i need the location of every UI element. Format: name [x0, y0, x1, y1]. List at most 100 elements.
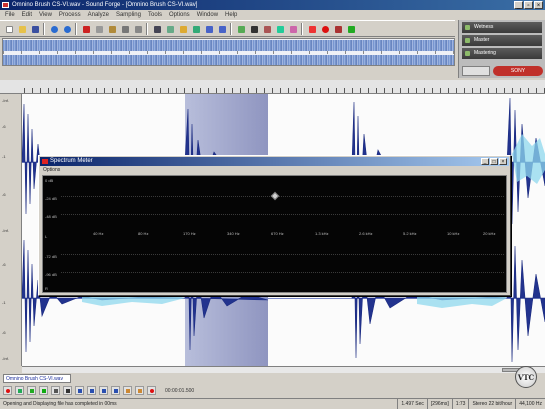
fade-in-icon[interactable] [203, 23, 214, 34]
vtc-logo: VTC [515, 366, 537, 388]
cut-icon[interactable] [80, 23, 91, 34]
menu-window[interactable]: Window [197, 10, 218, 20]
magnify-tool-icon[interactable] [164, 23, 175, 34]
db-label: -24 dB [45, 196, 57, 201]
menu-sampling[interactable]: Sampling [116, 10, 141, 20]
freq-label: 40 Hz [93, 231, 104, 236]
menu-process[interactable]: Process [59, 10, 81, 20]
spectrum-minimize-button[interactable]: _ [481, 158, 489, 165]
play-all-button[interactable] [27, 386, 36, 395]
play-all-icon[interactable] [345, 23, 356, 34]
db-label: -96 dB [45, 272, 57, 277]
copy-icon[interactable] [93, 23, 104, 34]
window-title: Omnino Brush CS-VI.wav - Sound Forge - [… [12, 2, 198, 8]
marker-icon[interactable] [123, 386, 132, 395]
spectrum-options-menu[interactable]: Options [43, 167, 60, 174]
crop-icon[interactable] [132, 23, 143, 34]
menu-edit[interactable]: Edit [22, 10, 32, 20]
overview-bar[interactable] [2, 38, 455, 66]
horizontal-scrollbar[interactable] [22, 366, 545, 373]
loop-icon[interactable] [15, 386, 24, 395]
grid-line [61, 214, 504, 215]
envelope-tool-icon[interactable] [190, 23, 201, 34]
level-scale: -Inf. -6 -1 -6 -Inf. -6 -1 -6 -Inf. [0, 94, 22, 366]
volume-icon[interactable] [274, 23, 285, 34]
spectrum-maximize-button[interactable]: □ [490, 158, 498, 165]
panel-item-label: Wetness [474, 24, 494, 30]
grid-line [61, 254, 504, 255]
pencil-tool-icon[interactable] [177, 23, 188, 34]
play-button[interactable] [39, 386, 48, 395]
freq-label: 1.3 kHz [315, 231, 329, 236]
status-length: 1.497 Sec [397, 399, 427, 409]
led-icon [465, 38, 470, 43]
edit-tool-icon[interactable] [151, 23, 162, 34]
reverse-icon[interactable] [261, 23, 272, 34]
undo-icon[interactable] [48, 23, 59, 34]
stop-button[interactable] [63, 386, 72, 395]
open-folder-icon[interactable] [16, 23, 27, 34]
pause-button[interactable] [51, 386, 60, 395]
overview-track-right [3, 55, 454, 65]
go-to-start-button[interactable] [75, 386, 84, 395]
normalize-icon[interactable] [235, 23, 246, 34]
freq-label: 20 kHz [483, 231, 496, 236]
record-button[interactable] [3, 386, 12, 395]
time-ruler[interactable] [0, 80, 545, 94]
insert-silence-icon[interactable] [248, 23, 259, 34]
toolbar-separator [75, 23, 77, 35]
menu-bar: File Edit View Process Analyze Sampling … [0, 10, 455, 20]
menu-file[interactable]: File [5, 10, 15, 20]
menu-view[interactable]: View [39, 10, 52, 20]
fade-out-icon[interactable] [216, 23, 227, 34]
menu-help[interactable]: Help [225, 10, 237, 20]
maximize-button[interactable]: ▫ [524, 1, 533, 9]
status-zoom: 1:73 [451, 399, 469, 409]
panel-item-wetness[interactable]: Wetness [462, 22, 542, 33]
status-message: Opening and Displaying file has complete… [3, 401, 117, 407]
status-bar: Opening and Displaying file has complete… [0, 398, 545, 409]
toolbar-separator [43, 23, 45, 35]
spectrum-window-icon [42, 159, 48, 164]
channel-label-r: R [45, 286, 48, 291]
cursor-marker-icon[interactable] [270, 191, 280, 201]
db-label: -48 dB [45, 214, 57, 219]
document-tab[interactable]: Omnino Brush CS-VI.wav [3, 374, 71, 383]
panel-item-mastering[interactable]: Mastering [462, 48, 542, 59]
go-to-end-button[interactable] [111, 386, 120, 395]
status-sample-rate: 44,100 Hz [515, 399, 545, 409]
spectrum-plot[interactable]: 0 dB -24 dB -48 dB L -72 dB -96 dB R 40 … [42, 175, 507, 293]
plug-in-chainer-icon[interactable] [306, 23, 317, 34]
close-button[interactable]: × [534, 1, 543, 9]
led-icon [465, 25, 470, 30]
spectrum-title-bar[interactable]: Spectrum Meter _ □ × [40, 157, 509, 166]
product-logo [462, 66, 490, 76]
minimize-button[interactable]: _ [514, 1, 523, 9]
status-format: Stereo 22 bit/hour [468, 399, 515, 409]
redo-icon[interactable] [61, 23, 72, 34]
spectrum-icon[interactable] [332, 23, 343, 34]
freq-label: 170 Hz [183, 231, 196, 236]
eq-icon[interactable] [287, 23, 298, 34]
paste-icon[interactable] [106, 23, 117, 34]
record-arm-icon[interactable] [147, 386, 156, 395]
brand-row: SONY [462, 66, 543, 76]
menu-analyze[interactable]: Analyze [88, 10, 109, 20]
region-icon[interactable] [135, 386, 144, 395]
menu-tools[interactable]: Tools [148, 10, 162, 20]
spectrum-close-button[interactable]: × [499, 158, 507, 165]
forward-button[interactable] [99, 386, 108, 395]
save-icon[interactable] [29, 23, 40, 34]
grid-line [61, 272, 504, 273]
scale-label: -6 [2, 192, 6, 197]
rewind-button[interactable] [87, 386, 96, 395]
menu-options[interactable]: Options [169, 10, 190, 20]
time-readout: 00:00:01.500 [165, 387, 195, 394]
overview-ruler [3, 51, 454, 54]
mix-icon[interactable] [119, 23, 130, 34]
new-file-icon[interactable] [3, 23, 14, 34]
db-label: 0 dB [45, 178, 54, 183]
panel-item-master[interactable]: Master [462, 35, 542, 46]
window-controls: _ ▫ × [514, 1, 543, 9]
record-icon[interactable] [319, 23, 330, 34]
